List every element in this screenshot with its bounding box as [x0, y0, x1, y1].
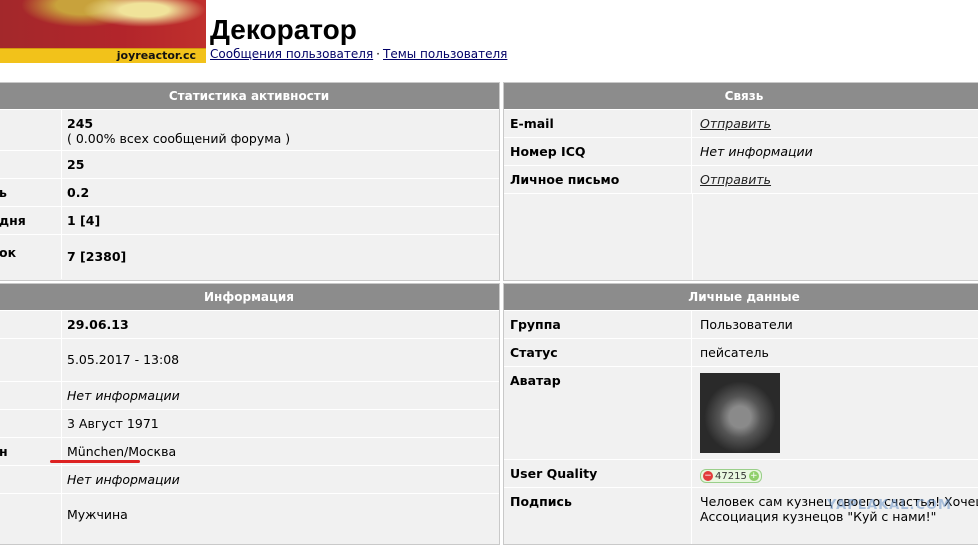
watermark: YAPLAKAL.COM — [827, 498, 952, 513]
user-posts-link[interactable]: Сообщения пользователя — [210, 47, 373, 61]
personal-value: пейсатель — [700, 345, 769, 360]
personal-value: Пользователи — [700, 317, 793, 332]
info-value: Нет информации — [67, 388, 180, 403]
stats-label — [0, 151, 62, 178]
page-title: Декоратор — [210, 14, 357, 45]
stats-label: дня — [0, 207, 62, 234]
quality-value: 47215 — [715, 470, 747, 482]
personal-row-status: Статус пейсатель — [504, 339, 978, 367]
panel-title: Информация — [0, 284, 499, 311]
activity-stats-panel: Статистика активности 245 ( 0.00% всех с… — [0, 82, 500, 281]
stats-row-posts: 245 ( 0.00% всех сообщений форума ) — [0, 110, 499, 151]
info-label — [0, 311, 62, 338]
personal-label: Подпись — [504, 488, 692, 544]
info-value: Нет информации — [67, 472, 180, 487]
stats-value: 0.2 — [67, 185, 90, 200]
personal-label: Статус — [504, 339, 692, 366]
stats-label — [0, 110, 62, 150]
panel-title: Связь — [504, 83, 978, 110]
stats-row: 25 — [0, 151, 499, 179]
user-quality-badge: − 47215 + — [700, 469, 762, 483]
stats-value: 245 — [67, 116, 94, 131]
contact-panel: Связь E-mail Отправить Номер ICQ Нет инф… — [503, 82, 978, 281]
stats-row: ь 0.2 — [0, 179, 499, 207]
contact-row-pm: Личное письмо Отправить — [504, 166, 978, 194]
plus-icon[interactable]: + — [748, 471, 759, 481]
panel-title: Личные данные — [504, 284, 978, 311]
red-underline-annotation — [50, 460, 140, 463]
stats-subvalue: ( 0.00% всех сообщений форума ) — [67, 131, 291, 146]
info-label — [0, 410, 62, 437]
info-row: Нет информации — [0, 466, 499, 494]
personal-label: User Quality — [504, 460, 692, 487]
stats-value: 7 [2380] — [67, 249, 127, 264]
info-label — [0, 382, 62, 409]
contact-row-email: E-mail Отправить — [504, 110, 978, 138]
panel-title: Статистика активности — [0, 83, 499, 110]
info-label — [0, 466, 62, 493]
information-panel: Информация 29.06.13 5.05.2017 - 13:08 Не… — [0, 283, 500, 545]
info-value: 29.06.13 — [67, 317, 129, 332]
stats-value: 25 — [67, 157, 85, 172]
personal-row-avatar: Аватар — [504, 367, 978, 460]
stats-row: ок 7 [2380] — [0, 235, 499, 279]
contact-empty-area — [504, 194, 978, 280]
contact-row-icq: Номер ICQ Нет информации — [504, 138, 978, 166]
user-topics-link[interactable]: Темы пользователя — [383, 47, 507, 61]
site-logo-text: joyreactor.cc — [116, 49, 196, 62]
info-row-registered: 29.06.13 — [0, 311, 499, 339]
personal-row-signature: Подпись Человек сам кузнец своего счасть… — [504, 488, 978, 544]
personal-row-quality: User Quality − 47215 + — [504, 460, 978, 488]
contact-value: Нет информации — [700, 144, 813, 159]
info-value: 5.05.2017 - 13:08 — [67, 352, 180, 367]
stats-label: ок — [0, 235, 62, 279]
site-logo-bar[interactable]: joyreactor.cc — [0, 48, 206, 63]
minus-icon[interactable]: − — [703, 471, 713, 481]
info-row: Нет информации — [0, 382, 499, 410]
send-pm-link[interactable]: Отправить — [700, 172, 771, 187]
info-value: 3 Август 1971 — [67, 416, 159, 431]
user-links: Сообщения пользователя · Темы пользователя — [210, 47, 507, 61]
personal-label: Аватар — [504, 367, 692, 459]
stats-row: дня 1 [4] — [0, 207, 499, 235]
personal-row-group: Группа Пользователи — [504, 311, 978, 339]
links-separator: · — [376, 47, 380, 61]
personal-label: Группа — [504, 311, 692, 338]
info-value: Мужчина — [67, 507, 128, 522]
info-row-last-visit: 5.05.2017 - 13:08 — [0, 339, 499, 382]
contact-label: Личное письмо — [504, 166, 692, 193]
user-avatar — [700, 373, 780, 453]
info-label — [0, 339, 62, 381]
stats-label: ь — [0, 179, 62, 206]
contact-label: E-mail — [504, 110, 692, 137]
info-row-birthday: 3 Август 1971 — [0, 410, 499, 438]
site-logo-image[interactable] — [0, 0, 206, 50]
contact-label: Номер ICQ — [504, 138, 692, 165]
stats-value: 1 [4] — [67, 213, 101, 228]
send-email-link[interactable]: Отправить — [700, 116, 771, 131]
